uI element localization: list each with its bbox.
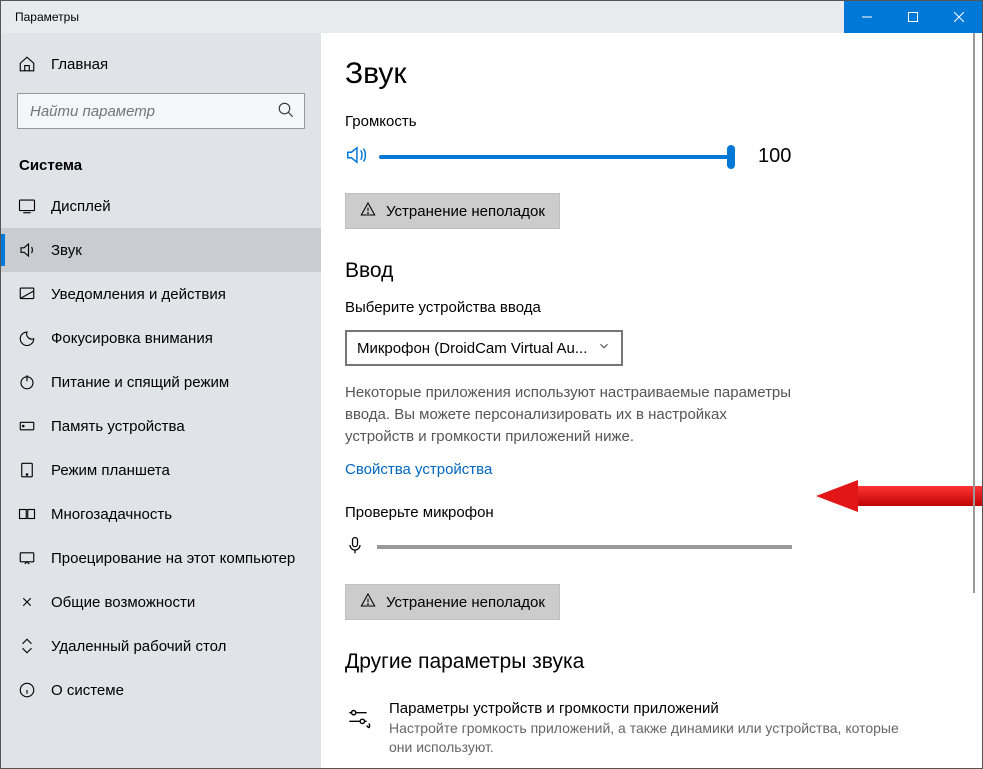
sidebar-category: Система [1, 139, 321, 184]
input-device-dropdown[interactable]: Микрофон (DroidCam Virtual Au... [345, 330, 623, 366]
sidebar-item-label: Режим планшета [51, 462, 170, 479]
sidebar-item-power[interactable]: Питание и спящий режим [1, 360, 321, 404]
focus-icon [17, 329, 37, 347]
page-title: Звук [345, 57, 952, 91]
close-button[interactable] [936, 1, 982, 33]
display-icon [17, 197, 37, 215]
maximize-button[interactable] [890, 1, 936, 33]
window-title: Параметры [1, 10, 79, 24]
remote-icon [17, 637, 37, 655]
button-label: Устранение неполадок [386, 203, 545, 220]
app-volume-icon [345, 704, 371, 733]
search-box [17, 93, 305, 129]
app-volume-title: Параметры устройств и громкости приложен… [389, 700, 925, 717]
sidebar-home-label: Главная [51, 56, 108, 73]
about-icon [17, 681, 37, 699]
sidebar-item-label: Питание и спящий режим [51, 374, 229, 391]
sidebar-item-label: Уведомления и действия [51, 286, 226, 303]
speaker-icon [345, 144, 367, 169]
button-label: Устранение неполадок [386, 594, 545, 611]
app-volume-desc: Настройте громкость приложений, а также … [389, 719, 925, 757]
sidebar-item-remote[interactable]: Удаленный рабочий стол [1, 624, 321, 668]
app-volume-option[interactable]: Параметры устройств и громкости приложен… [345, 690, 925, 757]
troubleshoot-output-button[interactable]: Устранение неполадок [345, 193, 560, 229]
dropdown-value: Микрофон (DroidCam Virtual Au... [357, 340, 587, 357]
caption-buttons [844, 1, 982, 33]
sidebar-item-display[interactable]: Дисплей [1, 184, 321, 228]
tablet-icon [17, 461, 37, 479]
test-mic-label: Проверьте микрофон [345, 504, 952, 521]
sidebar-item-label: Удаленный рабочий стол [51, 638, 226, 655]
sidebar-item-about[interactable]: О системе [1, 668, 321, 712]
device-properties-link[interactable]: Свойства устройства [345, 461, 492, 478]
sidebar-item-projecting[interactable]: Проецирование на этот компьютер [1, 536, 321, 580]
sound-icon [17, 241, 37, 259]
scrollbar[interactable] [968, 33, 980, 768]
input-section-heading: Ввод [345, 259, 952, 283]
titlebar: Параметры [1, 1, 982, 33]
sidebar-item-multitask[interactable]: Многозадачность [1, 492, 321, 536]
home-icon [17, 55, 37, 73]
minimize-button[interactable] [844, 1, 890, 33]
input-description: Некоторые приложения используют настраив… [345, 382, 795, 447]
volume-value: 100 [758, 145, 791, 168]
warning-icon [360, 592, 376, 612]
sidebar-item-shared[interactable]: Общие возможности [1, 580, 321, 624]
sidebar-item-label: Общие возможности [51, 594, 195, 611]
microphone-icon [345, 535, 365, 558]
warning-icon [360, 201, 376, 221]
volume-slider-row: 100 [345, 144, 952, 169]
sidebar: Главная Система Дисплей Звук Уведомлен [1, 33, 321, 768]
troubleshoot-input-button[interactable]: Устранение неполадок [345, 584, 560, 620]
search-input[interactable] [17, 93, 305, 129]
sidebar-item-label: Фокусировка внимания [51, 330, 213, 347]
sidebar-item-sound[interactable]: Звук [1, 228, 321, 272]
storage-icon [17, 417, 37, 435]
search-icon [277, 101, 295, 122]
sidebar-item-tablet[interactable]: Режим планшета [1, 448, 321, 492]
volume-label: Громкость [345, 113, 952, 130]
shared-icon [17, 593, 37, 611]
projecting-icon [17, 549, 37, 567]
sidebar-item-focus[interactable]: Фокусировка внимания [1, 316, 321, 360]
sidebar-home[interactable]: Главная [1, 45, 321, 83]
nav-list: Дисплей Звук Уведомления и действия Фоку… [1, 184, 321, 712]
mic-test-row [345, 535, 952, 558]
chevron-down-icon [597, 339, 611, 357]
sidebar-item-notifications[interactable]: Уведомления и действия [1, 272, 321, 316]
power-icon [17, 373, 37, 391]
volume-slider[interactable] [379, 155, 734, 159]
main-content: Звук Громкость 100 Устранение неполадок … [321, 33, 982, 768]
other-section-heading: Другие параметры звука [345, 650, 952, 674]
sidebar-item-storage[interactable]: Память устройства [1, 404, 321, 448]
mic-level-bar [377, 545, 792, 549]
sidebar-item-label: О системе [51, 682, 124, 699]
notifications-icon [17, 285, 37, 303]
choose-input-label: Выберите устройства ввода [345, 299, 952, 316]
slider-thumb[interactable] [727, 145, 735, 169]
sidebar-item-label: Многозадачность [51, 506, 172, 523]
sidebar-item-label: Проецирование на этот компьютер [51, 550, 295, 567]
sidebar-item-label: Звук [51, 242, 82, 259]
multitask-icon [17, 505, 37, 523]
sidebar-item-label: Дисплей [51, 198, 111, 215]
sidebar-item-label: Память устройства [51, 418, 185, 435]
